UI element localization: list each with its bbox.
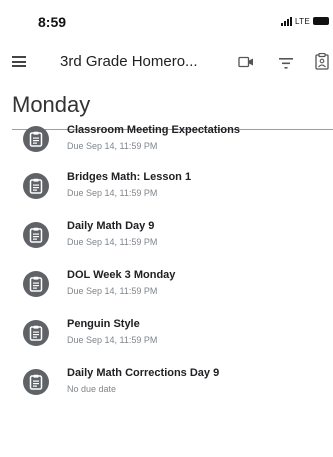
- assignment-title: Penguin Style: [67, 318, 140, 330]
- signal-icon: [281, 16, 293, 26]
- list-item[interactable]: Bridges Math: Lesson 1 Due Sep 14, 11:59…: [0, 167, 333, 211]
- assignment-due: No due date: [67, 384, 117, 394]
- list-item[interactable]: Daily Math Day 9 Due Sep 14, 11:59 PM: [0, 216, 333, 260]
- assignment-due: Due Sep 14, 11:59 PM: [67, 188, 158, 198]
- assignment-icon: [23, 271, 49, 297]
- assignment-title: Daily Math Day 9: [67, 220, 155, 232]
- section-title: Monday: [12, 92, 91, 117]
- assignment-due: Due Sep 14, 11:59 PM: [67, 141, 158, 151]
- assignment-icon: [23, 222, 49, 248]
- status-indicators: LTE: [281, 14, 329, 28]
- assignment-icon: [23, 126, 49, 152]
- assignment-title: Bridges Math: Lesson 1: [67, 171, 192, 183]
- assignment-icon: [23, 320, 49, 346]
- list-item[interactable]: DOL Week 3 Monday Due Sep 14, 11:59 PM: [0, 265, 333, 309]
- list-item[interactable]: Classroom Meeting Expectations Due Sep 1…: [0, 120, 333, 164]
- list-item[interactable]: Penguin Style Due Sep 14, 11:59 PM: [0, 314, 333, 358]
- menu-icon[interactable]: [12, 56, 26, 67]
- battery-icon: [313, 17, 329, 25]
- assignment-title: Classroom Meeting Expectations: [67, 124, 240, 136]
- assignment-icon: [23, 173, 49, 199]
- list-item[interactable]: Daily Math Corrections Day 9 No due date: [0, 363, 333, 407]
- assignment-title: DOL Week 3 Monday: [67, 269, 176, 281]
- video-icon[interactable]: [238, 55, 254, 73]
- class-title: 3rd Grade Homero...: [60, 53, 198, 70]
- status-time: 8:59: [38, 14, 67, 30]
- filter-icon[interactable]: [279, 56, 293, 74]
- assignment-due: Due Sep 14, 11:59 PM: [67, 335, 158, 345]
- network-label: LTE: [295, 16, 310, 26]
- folder-icon[interactable]: [315, 52, 329, 75]
- app-bar: 3rd Grade Homero...: [0, 44, 333, 80]
- assignment-icon: [23, 369, 49, 395]
- assignment-due: Due Sep 14, 11:59 PM: [67, 286, 158, 296]
- assignment-due: Due Sep 14, 11:59 PM: [67, 237, 158, 247]
- status-bar: 8:59 LTE: [0, 0, 333, 44]
- assignment-title: Daily Math Corrections Day 9: [67, 367, 220, 379]
